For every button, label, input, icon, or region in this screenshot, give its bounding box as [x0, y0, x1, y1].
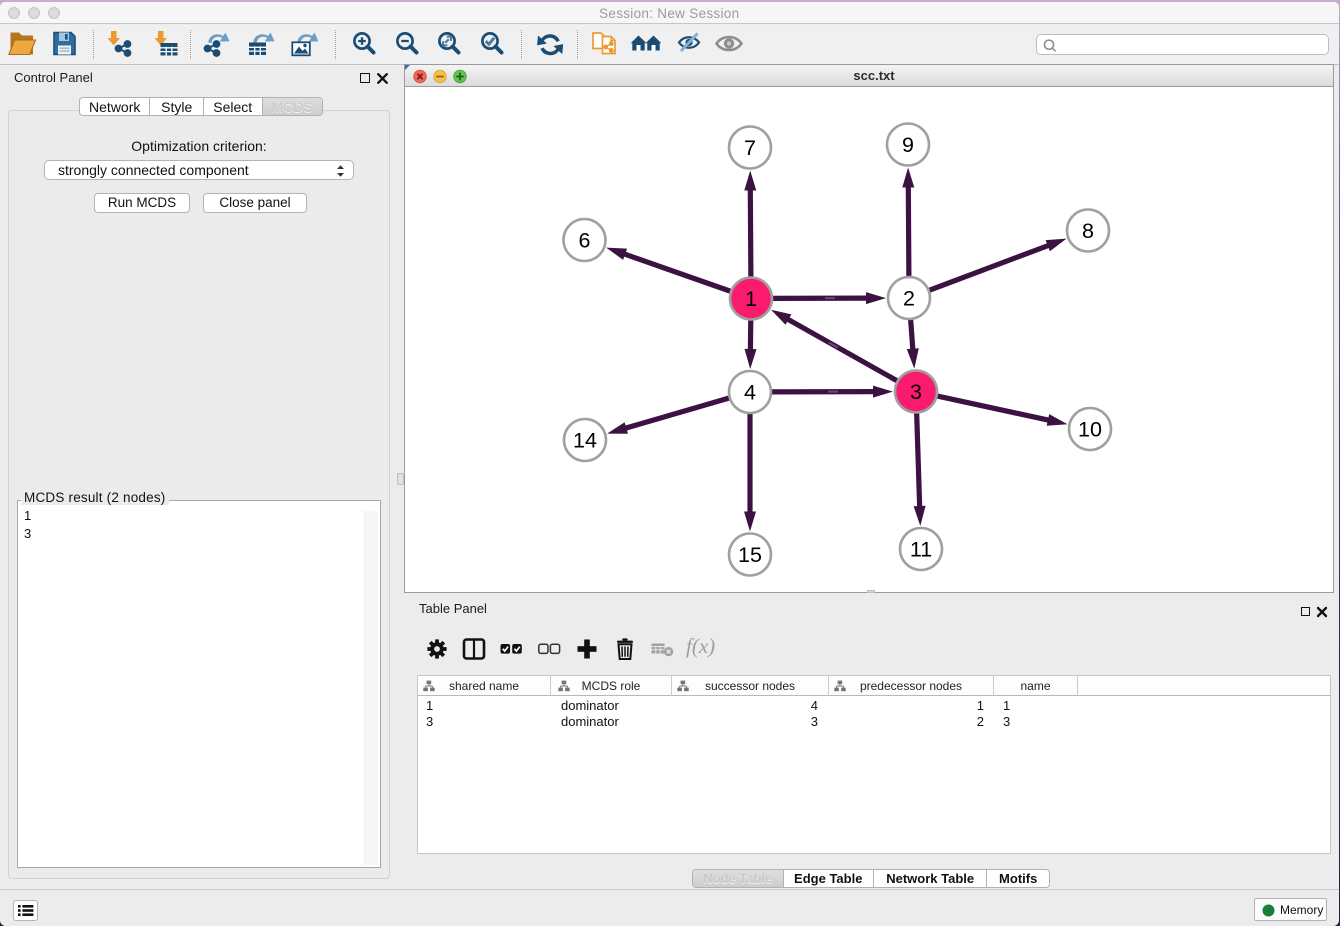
- svg-text:3: 3: [910, 380, 922, 404]
- svg-text:4: 4: [744, 381, 756, 405]
- svg-text:7: 7: [744, 136, 756, 160]
- svg-text:14: 14: [573, 429, 597, 453]
- svg-text:11: 11: [910, 538, 932, 562]
- svg-text:15: 15: [738, 543, 762, 567]
- svg-text:9: 9: [902, 133, 914, 157]
- svg-text:6: 6: [579, 229, 591, 253]
- svg-text:1: 1: [745, 287, 757, 311]
- svg-text:2: 2: [903, 287, 915, 311]
- svg-text:8: 8: [1082, 219, 1094, 243]
- svg-text:10: 10: [1078, 418, 1102, 442]
